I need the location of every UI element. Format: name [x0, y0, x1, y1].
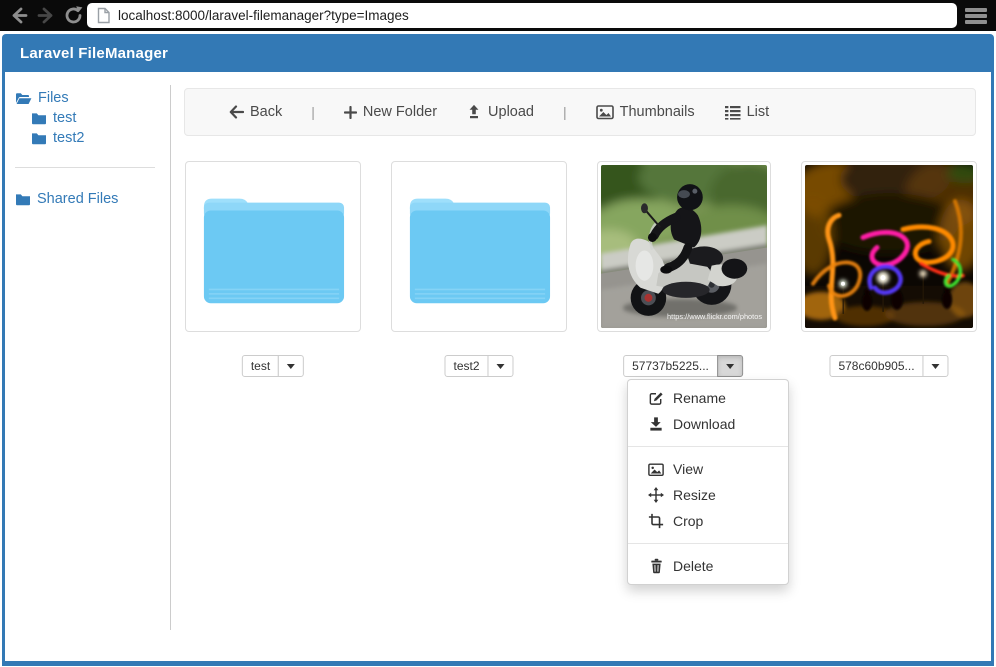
browser-refresh-icon[interactable] — [63, 5, 83, 24]
menu-divider — [628, 543, 788, 544]
picture-icon — [648, 462, 664, 477]
page-border-left — [2, 72, 5, 662]
sidebar-item-shared-files[interactable]: Shared Files — [15, 191, 118, 207]
download-icon — [648, 416, 664, 432]
item-name-button[interactable]: test2 — [444, 355, 488, 377]
upload-icon — [466, 104, 482, 120]
sidebar-item-label: test2 — [53, 130, 84, 146]
folder-icon — [15, 192, 31, 206]
app-header: Laravel FileManager — [2, 34, 994, 72]
arrow-left-icon — [229, 105, 244, 119]
caret-down-icon — [287, 364, 295, 369]
browser-forward-icon[interactable] — [36, 6, 56, 25]
folder-thumbnail-icon — [395, 165, 563, 308]
back-label: Back — [250, 104, 282, 120]
trash-icon — [648, 558, 664, 574]
menu-item-resize[interactable]: Resize — [628, 482, 788, 508]
menu-item-crop[interactable]: Crop — [628, 508, 788, 534]
item-dropdown-button-open[interactable] — [717, 355, 743, 377]
item-button-group-image-2: 578c60b905... — [829, 355, 948, 377]
sidebar-divider — [15, 167, 155, 168]
new-folder-label: New Folder — [363, 104, 437, 120]
item-button-group-image-1: 57737b5225... — [623, 355, 743, 377]
item-card-image-1[interactable]: https://www.flickr.com/photos — [597, 161, 771, 332]
list-view-button[interactable]: List — [724, 104, 770, 120]
sidebar-item-label: Shared Files — [37, 191, 118, 207]
folder-icon — [31, 111, 47, 125]
sidebar-main-divider — [170, 85, 171, 630]
sidebar-item-test[interactable]: test — [31, 110, 76, 126]
browser-back-icon[interactable] — [9, 6, 29, 25]
menu-item-label: Crop — [673, 511, 703, 531]
watermark-text: https://www.flickr.com/photos — [667, 312, 762, 321]
sidebar-item-files[interactable]: Files — [15, 90, 69, 106]
item-name-button[interactable]: 578c60b905... — [829, 355, 923, 377]
folder-icon — [31, 131, 47, 145]
url-text[interactable]: localhost:8000/laravel-filemanager?type=… — [118, 8, 409, 23]
caret-down-icon — [726, 364, 734, 369]
menu-item-view[interactable]: View — [628, 456, 788, 482]
item-dropdown-button[interactable] — [488, 355, 514, 377]
caret-down-icon — [497, 364, 505, 369]
item-name-button[interactable]: test — [242, 355, 279, 377]
upload-label: Upload — [488, 104, 534, 120]
picture-icon — [596, 104, 614, 120]
menu-item-rename[interactable]: Rename — [628, 385, 788, 411]
item-dropdown-button[interactable] — [923, 355, 949, 377]
sidebar-item-label: Files — [38, 90, 69, 106]
menu-divider — [628, 446, 788, 447]
app-title: Laravel FileManager — [2, 45, 168, 62]
thumbnails-button[interactable]: Thumbnails — [596, 104, 695, 120]
page-border-bottom — [2, 661, 994, 666]
image-thumbnail-motorcycle: https://www.flickr.com/photos — [601, 165, 767, 328]
item-name-button[interactable]: 57737b5225... — [623, 355, 718, 377]
sidebar-item-test2[interactable]: test2 — [31, 130, 84, 146]
folder-thumbnail-icon — [189, 165, 357, 308]
upload-button[interactable]: Upload — [466, 104, 534, 120]
menu-item-label: Delete — [673, 556, 713, 576]
thumbnails-label: Thumbnails — [620, 104, 695, 120]
item-dropdown-button[interactable] — [278, 355, 304, 377]
sidebar-item-label: test — [53, 110, 76, 126]
folder-open-icon — [15, 91, 32, 106]
menu-item-label: Rename — [673, 388, 726, 408]
plus-icon — [344, 106, 357, 119]
back-button[interactable]: Back — [229, 104, 282, 120]
toolbar-separator: | — [311, 104, 315, 120]
url-bar[interactable]: localhost:8000/laravel-filemanager?type=… — [87, 3, 957, 28]
item-button-group-test: test — [242, 355, 304, 377]
menu-item-label: Download — [673, 414, 735, 434]
browser-menu-icon[interactable] — [965, 8, 987, 26]
list-label: List — [747, 104, 770, 120]
menu-item-download[interactable]: Download — [628, 411, 788, 437]
toolbar: Back | New Folder Upload | Thumbnails Li… — [184, 88, 976, 136]
page-icon — [96, 7, 111, 24]
item-card-image-2[interactable] — [801, 161, 977, 332]
item-button-group-test2: test2 — [444, 355, 513, 377]
menu-item-delete[interactable]: Delete — [628, 553, 788, 579]
menu-item-label: View — [673, 459, 703, 479]
toolbar-separator: | — [563, 104, 567, 120]
menu-item-label: Resize — [673, 485, 716, 505]
image-thumbnail-light-painting — [805, 165, 973, 328]
new-folder-button[interactable]: New Folder — [344, 104, 437, 120]
pencil-square-icon — [648, 390, 664, 406]
item-context-menu: Rename Download View Resize Crop Delete — [627, 379, 789, 585]
crop-icon — [648, 513, 664, 529]
item-card-folder-test[interactable] — [185, 161, 361, 332]
page-border-right — [991, 72, 994, 662]
move-arrows-icon — [648, 487, 664, 503]
item-card-folder-test2[interactable] — [391, 161, 567, 332]
list-icon — [724, 104, 741, 120]
caret-down-icon — [932, 364, 940, 369]
browser-chrome: localhost:8000/laravel-filemanager?type=… — [0, 0, 996, 31]
